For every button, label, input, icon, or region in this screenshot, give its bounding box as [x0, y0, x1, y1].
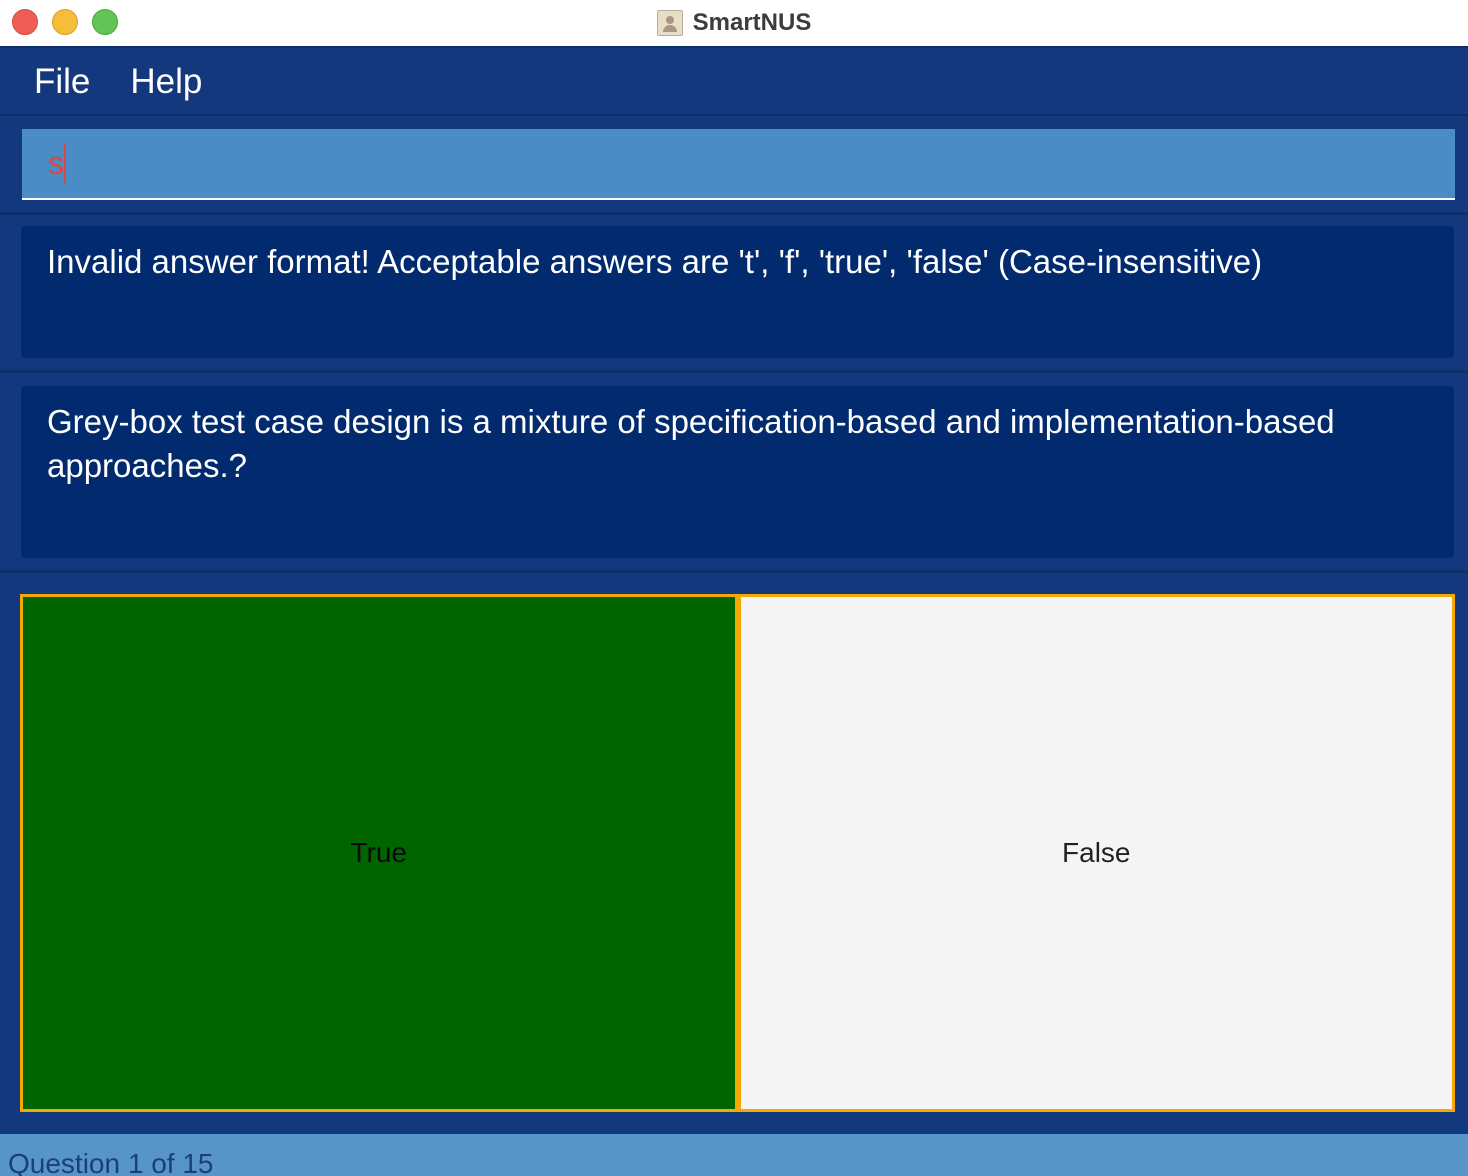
false-option-button[interactable]: False [737, 594, 1455, 1112]
text-caret [64, 143, 66, 184]
question-display: Grey-box test case design is a mixture o… [21, 386, 1454, 558]
command-input-value: s [48, 145, 64, 181]
menu-file[interactable]: File [0, 62, 110, 102]
menu-bar: File Help [0, 50, 1468, 116]
title-bar: SmartNUS [0, 0, 1468, 48]
question-text: Grey-box test case design is a mixture o… [47, 403, 1335, 484]
window-title: SmartNUS [692, 9, 812, 36]
title-wrap: SmartNUS [0, 0, 1468, 46]
result-message: Invalid answer format! Acceptable answer… [47, 243, 1263, 280]
command-input-field[interactable]: s [22, 129, 1455, 200]
divider [0, 570, 1468, 573]
true-option-label: True [350, 837, 408, 868]
divider [0, 212, 1468, 215]
divider [0, 370, 1468, 373]
app-window: SmartNUS File Help s Invalid answer form… [0, 0, 1468, 1176]
answer-options: True False [20, 594, 1455, 1112]
true-option-button[interactable]: True [20, 594, 738, 1112]
status-bar: Question 1 of 15 [0, 1134, 1468, 1176]
menu-help[interactable]: Help [110, 62, 222, 102]
false-option-label: False [1062, 837, 1131, 868]
app-icon [656, 10, 683, 36]
result-display: Invalid answer format! Acceptable answer… [21, 226, 1454, 358]
question-progress: Question 1 of 15 [8, 1148, 214, 1176]
